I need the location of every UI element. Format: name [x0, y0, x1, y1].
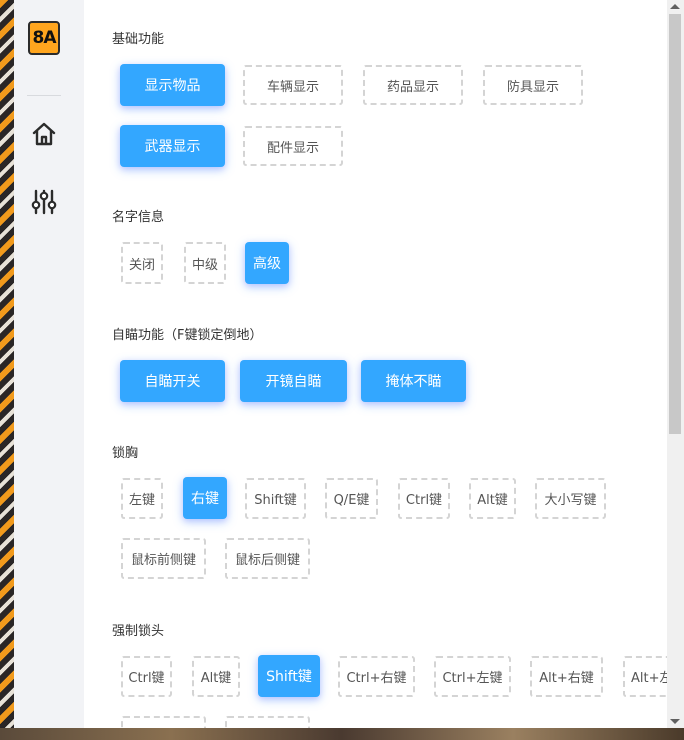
sidebar-item-home[interactable] [28, 118, 60, 150]
force-btn-3[interactable]: Ctrl+右键 [338, 656, 415, 697]
app-logo: 8A [28, 21, 60, 55]
basic-btn-3[interactable]: 防具显示 [483, 65, 583, 105]
lock-btn-3[interactable]: Q/E键 [325, 478, 378, 519]
sliders-icon [31, 189, 57, 215]
main-content: 基础功能 显示物品 车辆显示 药品显示 防具显示 武器显示 配件显示 名字信息 … [84, 0, 667, 728]
section-title-basic: 基础功能 [112, 32, 165, 47]
force-btn-0[interactable]: Ctrl键 [121, 656, 172, 697]
section-title-lock: 锁胸 [112, 446, 139, 461]
name-btn-2[interactable]: 高级 [245, 242, 289, 284]
basic-btn-5[interactable]: 配件显示 [243, 126, 343, 166]
sidebar: 8A [14, 0, 84, 728]
lock-btn-5[interactable]: Alt键 [469, 478, 516, 519]
force-btn-5[interactable]: Alt+右键 [530, 656, 603, 697]
aim-btn-2[interactable]: 掩体不瞄 [361, 360, 466, 402]
background-decoration [0, 0, 14, 740]
basic-btn-4[interactable]: 武器显示 [120, 125, 225, 167]
force-btn-partial-0[interactable] [121, 716, 206, 728]
scroll-down-arrow-icon[interactable] [670, 719, 680, 724]
force-btn-2[interactable]: Shift键 [258, 655, 320, 697]
lock-btn-4[interactable]: Ctrl键 [398, 478, 450, 519]
basic-btn-0[interactable]: 显示物品 [120, 64, 225, 106]
lock-btn-6[interactable]: 大小写键 [535, 478, 606, 519]
scrollbar-thumb[interactable] [669, 14, 681, 434]
lock-btn-8[interactable]: 鼠标后侧键 [225, 538, 310, 579]
lock-btn-7[interactable]: 鼠标前侧键 [121, 538, 206, 579]
lock-btn-0[interactable]: 左键 [121, 478, 163, 519]
lock-btn-1[interactable]: 右键 [183, 477, 227, 519]
name-btn-0[interactable]: 关闭 [121, 242, 163, 284]
force-btn-1[interactable]: Alt键 [192, 656, 240, 697]
name-btn-1[interactable]: 中级 [184, 242, 226, 284]
section-title-aim: 自瞄功能（F键锁定倒地） [112, 328, 263, 343]
basic-btn-1[interactable]: 车辆显示 [243, 65, 343, 105]
app-window: 8A 基础功能 显示物品 车辆显示 药品显示 防具显示 武器显示 配件显示 名字… [14, 0, 667, 728]
aim-btn-1[interactable]: 开镜自瞄 [240, 360, 347, 402]
sidebar-item-settings[interactable] [28, 186, 60, 218]
lock-btn-2[interactable]: Shift键 [245, 478, 306, 519]
basic-btn-2[interactable]: 药品显示 [363, 65, 463, 105]
force-btn-6[interactable]: Alt+左 [623, 656, 667, 697]
scroll-up-arrow-icon[interactable] [670, 4, 680, 9]
background-bottom [0, 728, 684, 740]
vertical-scrollbar[interactable] [667, 0, 684, 728]
aim-btn-0[interactable]: 自瞄开关 [120, 360, 225, 402]
section-title-name: 名字信息 [112, 210, 165, 225]
sidebar-divider [27, 95, 61, 96]
force-btn-partial-1[interactable] [225, 716, 310, 728]
home-icon [32, 122, 56, 146]
force-btn-4[interactable]: Ctrl+左键 [434, 656, 511, 697]
section-title-force: 强制锁头 [112, 624, 165, 639]
